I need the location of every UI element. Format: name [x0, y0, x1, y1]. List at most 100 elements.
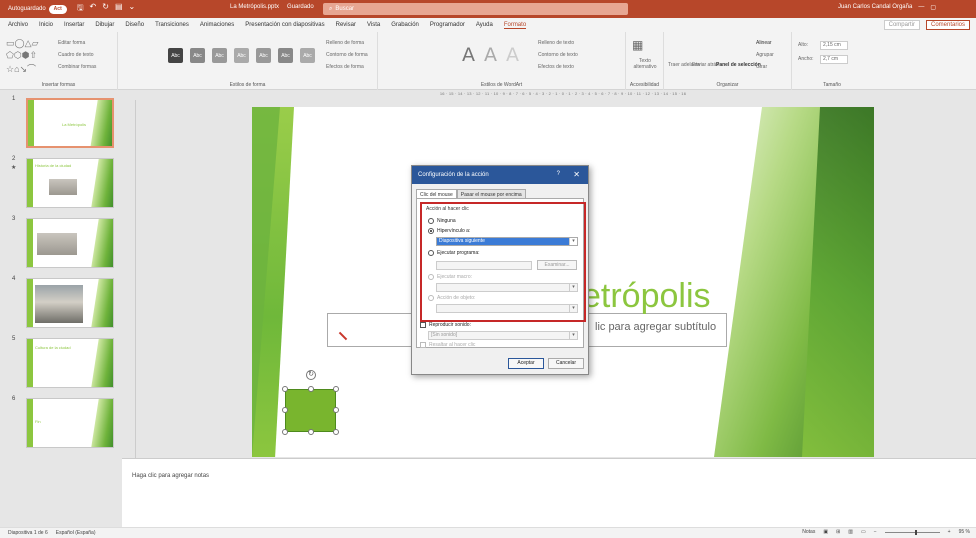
- text-fill-button[interactable]: Relleno de texto: [538, 40, 574, 46]
- user-name[interactable]: Juan Carlos Candal Orgaña: [838, 4, 912, 11]
- shape-effects-button[interactable]: Efectos de forma: [326, 64, 364, 70]
- rotate-button[interactable]: Girar: [756, 64, 767, 70]
- radio-button[interactable]: [428, 295, 434, 301]
- slideshow-icon[interactable]: ▭: [861, 529, 866, 535]
- align-button[interactable]: Alinear: [756, 40, 772, 46]
- save-icon[interactable]: 🖫: [77, 2, 84, 16]
- slide-thumbnail-3[interactable]: [26, 218, 114, 268]
- sorter-view-icon[interactable]: ⊞: [836, 529, 840, 535]
- subtitle-placeholder[interactable]: lic para agregar subtítulo: [595, 321, 716, 333]
- resize-handle[interactable]: [282, 386, 288, 392]
- tab-revisar[interactable]: Revisar: [336, 22, 356, 28]
- zoom-level[interactable]: 95 %: [959, 529, 970, 535]
- tab-dibujar[interactable]: Dibujar: [95, 22, 114, 28]
- rotate-handle-icon[interactable]: ↻: [306, 370, 316, 380]
- tab-animaciones[interactable]: Animaciones: [200, 22, 234, 28]
- slide-thumbnail-6[interactable]: Fin: [26, 398, 114, 448]
- style-swatch[interactable]: Abc: [300, 48, 315, 63]
- send-backward-button[interactable]: Enviar atrás: [692, 62, 719, 68]
- radio-object-action[interactable]: Acción de objeto:: [428, 295, 475, 301]
- selected-shape[interactable]: [285, 389, 336, 432]
- slide-title[interactable]: etrópolis: [582, 277, 711, 316]
- chevron-down-icon[interactable]: ▾: [569, 332, 577, 339]
- comments-button[interactable]: Comentarios: [925, 20, 970, 30]
- tab-transiciones[interactable]: Transiciones: [155, 22, 189, 28]
- resize-handle[interactable]: [282, 429, 288, 435]
- resize-handle[interactable]: [333, 429, 339, 435]
- shape-outline-button[interactable]: Contorno de forma: [326, 52, 368, 58]
- radio-button[interactable]: [428, 228, 434, 234]
- redo-icon[interactable]: ↻: [102, 2, 109, 16]
- style-swatch[interactable]: Abc: [278, 48, 293, 63]
- shape-fill-button[interactable]: Relleno de forma: [326, 40, 364, 46]
- slide-thumbnail-4[interactable]: [26, 278, 114, 328]
- tab-diseno[interactable]: Diseño: [125, 22, 144, 28]
- slide-thumbnail-1[interactable]: La Metrópolis: [26, 98, 114, 148]
- radio-hyperlink[interactable]: Hipervínculo a:: [428, 228, 470, 234]
- height-input[interactable]: 2,15 cm: [820, 41, 848, 50]
- text-box-button[interactable]: Cuadro de texto: [58, 52, 94, 58]
- more-icon[interactable]: ⌄: [129, 2, 136, 16]
- presenter-icon[interactable]: ▤: [115, 2, 123, 16]
- radio-button[interactable]: [428, 274, 434, 280]
- tab-insertar[interactable]: Insertar: [64, 22, 84, 28]
- tab-grabacion[interactable]: Grabación: [391, 22, 419, 28]
- normal-view-icon[interactable]: ▣: [823, 529, 828, 535]
- tab-inicio[interactable]: Inicio: [39, 22, 53, 28]
- resize-handle[interactable]: [308, 386, 314, 392]
- checkbox[interactable]: [420, 322, 426, 328]
- share-button[interactable]: Compartir: [883, 20, 920, 30]
- shape-gallery-icon-2[interactable]: ⬠⬡⬢⇧: [6, 50, 37, 61]
- slide-thumbnail-2[interactable]: Historia de la ciudad: [26, 158, 114, 208]
- ok-button[interactable]: Aceptar: [508, 358, 544, 369]
- highlight-click-row[interactable]: Resaltar al hacer clic: [420, 342, 475, 348]
- autosave-toggle[interactable]: Act: [48, 4, 67, 14]
- macro-select[interactable]: ▾: [436, 283, 578, 292]
- zoom-in-icon[interactable]: +: [948, 529, 951, 535]
- chevron-down-icon[interactable]: ▾: [569, 238, 577, 245]
- wordart-style-1[interactable]: A: [462, 44, 475, 66]
- text-effects-button[interactable]: Efectos de texto: [538, 64, 574, 70]
- close-icon[interactable]: ✕: [573, 170, 580, 179]
- style-swatch[interactable]: Abc: [190, 48, 205, 63]
- zoom-out-icon[interactable]: −: [874, 529, 877, 535]
- resize-handle[interactable]: [333, 386, 339, 392]
- style-swatch[interactable]: Abc: [212, 48, 227, 63]
- hyperlink-select[interactable]: Diapositiva siguiente ▾: [436, 237, 578, 246]
- resize-handle[interactable]: [282, 407, 288, 413]
- group-button[interactable]: Agrupar: [756, 52, 774, 58]
- style-swatch[interactable]: Abc: [256, 48, 271, 63]
- radio-run-macro[interactable]: Ejecutar macro:: [428, 274, 472, 280]
- alt-text-icon[interactable]: ▦: [632, 38, 643, 52]
- style-swatch[interactable]: Abc: [168, 48, 183, 63]
- text-outline-button[interactable]: Contorno de texto: [538, 52, 578, 58]
- wordart-style-3[interactable]: A: [506, 44, 519, 66]
- selection-pane-button[interactable]: Panel de selección: [716, 62, 761, 68]
- window-icon[interactable]: ▢: [930, 4, 936, 11]
- object-action-select[interactable]: ▾: [436, 304, 578, 313]
- minimize-icon[interactable]: —: [918, 4, 924, 11]
- resize-handle[interactable]: [308, 429, 314, 435]
- wordart-style-2[interactable]: A: [484, 44, 497, 66]
- radio-button[interactable]: [428, 250, 434, 256]
- sound-select[interactable]: [Sin sonido] ▾: [428, 331, 578, 340]
- slide-thumbnail-5[interactable]: Cultura de la ciudad: [26, 338, 114, 388]
- tab-archivo[interactable]: Archivo: [8, 22, 28, 28]
- reading-view-icon[interactable]: ▥: [848, 529, 853, 535]
- notes-placeholder[interactable]: Haga clic para agregar notas: [132, 473, 209, 479]
- shape-gallery-icon-3[interactable]: ☆⌂↘⌒: [6, 62, 36, 75]
- radio-button[interactable]: [428, 218, 434, 224]
- cancel-button[interactable]: Cancelar: [548, 358, 584, 369]
- notes-pane[interactable]: Haga clic para agregar notas: [122, 458, 976, 527]
- width-input[interactable]: 2,7 cm: [820, 55, 848, 64]
- browse-button[interactable]: Examinar...: [537, 260, 577, 270]
- radio-run-program[interactable]: Ejecutar programa:: [428, 250, 480, 256]
- chevron-down-icon[interactable]: ▾: [569, 305, 577, 312]
- combine-shapes-button[interactable]: Combinar formas: [58, 64, 96, 70]
- radio-none[interactable]: Ninguna: [428, 218, 456, 224]
- tab-vista[interactable]: Vista: [367, 22, 380, 28]
- checkbox[interactable]: [420, 342, 426, 348]
- search-box[interactable]: ⌕ Buscar: [323, 3, 628, 15]
- tab-ayuda[interactable]: Ayuda: [476, 22, 493, 28]
- tab-presentacion[interactable]: Presentación con diapositivas: [245, 22, 324, 28]
